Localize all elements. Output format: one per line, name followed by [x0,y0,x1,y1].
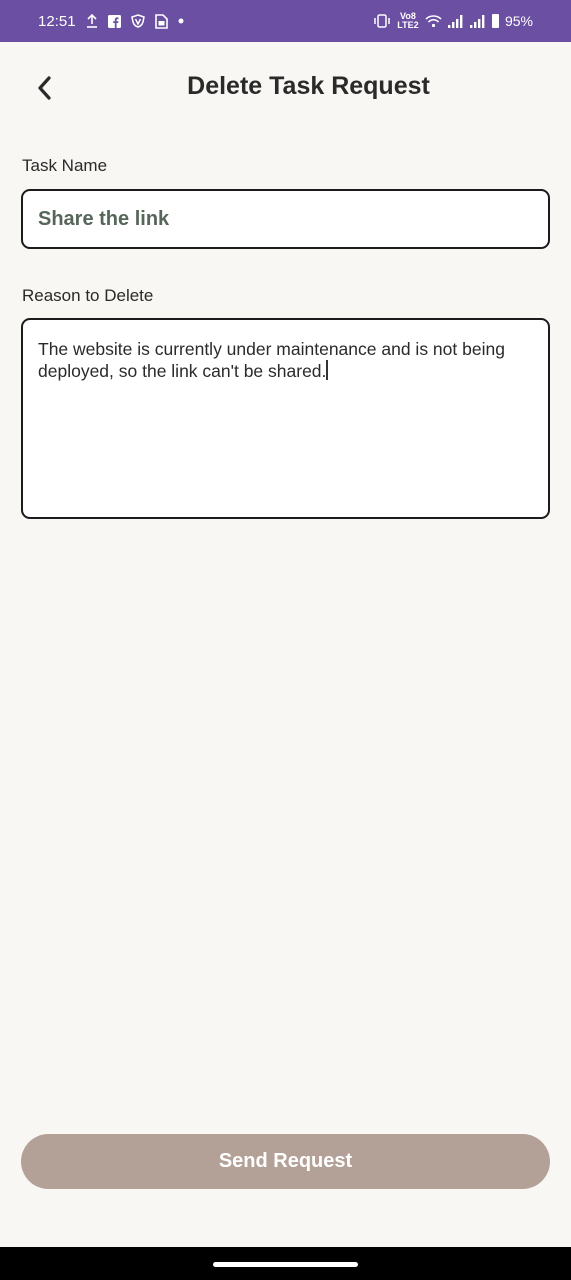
battery-icon [491,14,499,28]
battery-percent: 95% [504,13,533,29]
page-title: Delete Task Request [187,72,430,100]
task-name-label: Task Name [22,156,108,175]
signal-icon-1 [447,13,464,29]
text-caret [326,360,328,380]
reason-value: The website is currently under maintenan… [38,339,505,381]
facebook-icon [107,13,121,29]
task-name-value: Share the link [38,207,170,230]
upload-icon [86,13,98,29]
app-header: Delete Task Request [0,42,571,134]
status-bar: 12:51 Vo8 LTE2 95% [0,0,571,42]
wifi-icon [425,13,442,29]
task-name-field[interactable]: Share the link [21,189,550,249]
status-right: Vo8 LTE2 95% [373,11,533,30]
reason-label: Reason to Delete [22,286,154,305]
signal-icon-2 [469,13,486,29]
send-request-button[interactable]: Send Request [21,1134,550,1189]
volte-icon: Vo8 LTE2 [397,11,419,30]
dot-icon [178,13,184,29]
reason-textarea[interactable]: The website is currently under maintenan… [21,318,550,519]
vibrate-icon [373,13,391,29]
status-time: 12:51 [38,12,76,30]
sim-icon [154,13,168,29]
status-left: 12:51 [38,13,184,30]
navigation-bar [0,1247,571,1280]
home-indicator[interactable] [213,1262,358,1267]
vpn-icon [130,13,145,29]
